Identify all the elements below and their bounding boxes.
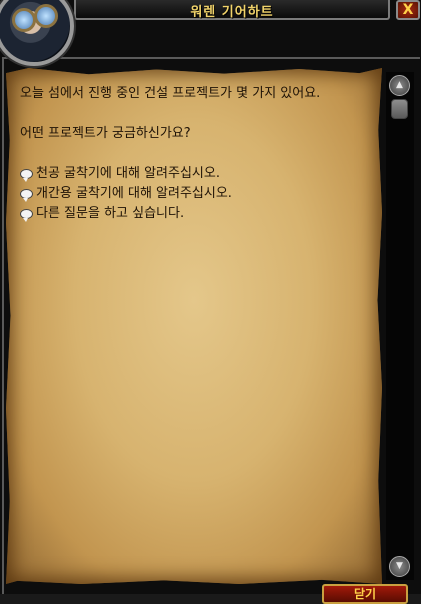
- close-button[interactable]: X: [396, 0, 420, 20]
- title-bar[interactable]: 워렌 기어하트: [74, 0, 390, 20]
- goggle-icon: [34, 4, 58, 28]
- scroll-up-button[interactable]: ▲: [389, 75, 410, 96]
- scrollbar-track[interactable]: [386, 72, 414, 580]
- gossip-option-label: 천공 굴착기에 대해 알려주십시오.: [36, 166, 220, 181]
- chat-bubble-icon: [20, 169, 33, 182]
- npc-dialog-frame: 워렌 기어하트 X 오늘 섬에서 진행 중인 건설 프로젝트가 몇 가지 있어요…: [0, 0, 421, 604]
- gossip-option-other[interactable]: 다른 질문을 하고 싶습니다.: [20, 204, 365, 224]
- gossip-option-excavator[interactable]: 개간용 굴착기에 대해 알려주십시오.: [20, 184, 365, 204]
- scrollbar-thumb[interactable]: [391, 99, 408, 119]
- chat-bubble-icon: [20, 209, 33, 222]
- gossip-option-label: 다른 질문을 하고 싶습니다.: [36, 206, 185, 221]
- chat-bubble-icon: [20, 189, 33, 202]
- npc-greeting-text: 오늘 섬에서 진행 중인 건설 프로젝트가 몇 가지 있어요.: [20, 86, 321, 101]
- gossip-option-label: 개간용 굴착기에 대해 알려주십시오.: [36, 186, 232, 201]
- scroll-down-button[interactable]: ▼: [389, 556, 410, 577]
- goodbye-button[interactable]: 닫기: [322, 584, 408, 604]
- npc-question-text: 어떤 프로젝트가 궁금하신가요?: [20, 126, 191, 141]
- npc-name-title: 워렌 기어하트: [190, 5, 274, 20]
- dialog-content: 오늘 섬에서 진행 중인 건설 프로젝트가 몇 가지 있어요. 어떤 프로젝트가…: [20, 84, 365, 224]
- gossip-option-drill[interactable]: 천공 굴착기에 대해 알려주십시오.: [20, 164, 365, 184]
- goggle-icon: [12, 8, 36, 32]
